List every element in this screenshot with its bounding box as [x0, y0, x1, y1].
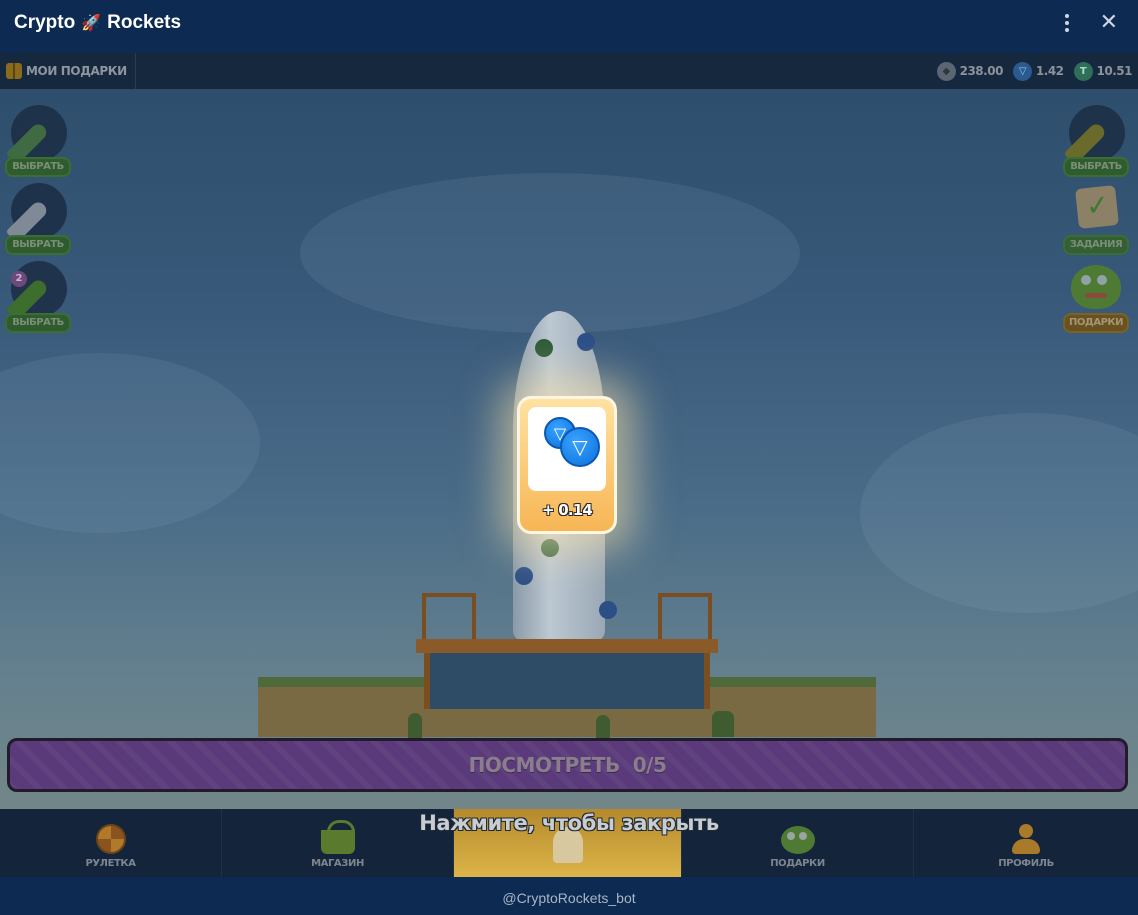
- balance-grey-coin: ◆ 238.00: [936, 61, 1004, 81]
- select-rocket-button[interactable]: ВЫБРАТЬ: [5, 313, 71, 333]
- rocket-decal: [599, 601, 617, 619]
- game-area: МОИ ПОДАРКИ ◆ 238.00 ▽ 1.42 T 10.51 ВЫБР…: [0, 53, 1138, 877]
- count-badge: 2: [11, 271, 27, 287]
- select-rocket-button[interactable]: ВЫБРАТЬ: [5, 235, 71, 255]
- rocket-decal: [541, 539, 559, 557]
- cactus: [712, 711, 734, 737]
- close-icon[interactable]: ✕: [1100, 12, 1118, 34]
- launch-platform-base: [424, 653, 710, 709]
- bot-handle: @CryptoRockets_bot: [502, 890, 636, 906]
- watch-ads-button[interactable]: ПОСМОТРЕТЬ 0/5: [7, 738, 1128, 792]
- title-suffix: Rockets: [107, 12, 182, 33]
- window-actions: ✕: [1060, 12, 1118, 34]
- reward-image: ▽ ▽: [528, 407, 606, 491]
- rocket-decal: [577, 333, 595, 351]
- nav-label: ПРОФИЛЬ: [998, 858, 1054, 869]
- nav-label: МАГАЗИН: [311, 858, 364, 869]
- gift-icon: [6, 63, 22, 79]
- title-bar: Crypto 🚀 Rockets ✕: [0, 0, 1138, 46]
- pepe-frog-icon: [1071, 265, 1121, 309]
- rocket-decal: [515, 567, 533, 585]
- balances: ◆ 238.00 ▽ 1.42 T 10.51: [936, 61, 1133, 81]
- rocket-emoji-icon: 🚀: [81, 15, 102, 32]
- my-gifts-button[interactable]: МОИ ПОДАРКИ: [6, 53, 136, 89]
- rocket-slot-1: ВЫБРАТЬ: [5, 105, 73, 177]
- rocket-decal: [535, 339, 553, 357]
- rocket-slot-2: ВЫБРАТЬ: [5, 183, 73, 255]
- app-title: Crypto 🚀 Rockets: [14, 12, 181, 34]
- nav-label: ПОДАРКИ: [770, 858, 825, 869]
- cloud: [300, 173, 800, 333]
- tasks-button[interactable]: ЗАДАНИЯ: [1063, 235, 1129, 255]
- rocket-slot-3: 2 ВЫБРАТЬ: [5, 261, 73, 333]
- bot-handle-footer: @CryptoRockets_bot: [0, 877, 1138, 915]
- tasks-slot: ЗАДАНИЯ: [1063, 183, 1131, 255]
- tap-to-close-hint[interactable]: Нажмите, чтобы закрыть: [0, 811, 1138, 835]
- nav-label: РУЛЕТКА: [85, 858, 136, 869]
- right-rocket-slot: ВЫБРАТЬ: [1063, 105, 1131, 177]
- watch-button-label: ПОСМОТРЕТЬ 0/5: [468, 753, 667, 777]
- title-prefix: Crypto: [14, 12, 76, 33]
- launch-platform: [416, 639, 718, 653]
- cactus: [408, 713, 422, 739]
- my-gifts-label: МОИ ПОДАРКИ: [26, 64, 127, 78]
- status-bar: МОИ ПОДАРКИ ◆ 238.00 ▽ 1.42 T 10.51: [0, 53, 1138, 89]
- more-options-icon[interactable]: [1060, 14, 1074, 32]
- balance-value: 238.00: [959, 64, 1004, 78]
- balance-usdt: T 10.51: [1073, 61, 1133, 81]
- launch-tower-right: [658, 593, 712, 639]
- select-rocket-button[interactable]: ВЫБРАТЬ: [1063, 157, 1129, 177]
- select-rocket-button[interactable]: ВЫБРАТЬ: [5, 157, 71, 177]
- usdt-coin-icon: T: [1073, 61, 1093, 81]
- cloud: [0, 353, 260, 533]
- ton-coin-icon: ▽: [560, 427, 600, 467]
- gifts-button[interactable]: ПОДАРКИ: [1063, 313, 1129, 333]
- telegram-webapp-window: Crypto 🚀 Rockets ✕ МОИ ПОДАРКИ ◆ 238.00: [0, 0, 1138, 915]
- ton-coin-icon: ▽: [1012, 61, 1032, 81]
- launch-tower-left: [422, 593, 476, 639]
- balance-ton: ▽ 1.42: [1012, 61, 1064, 81]
- cloud: [860, 413, 1138, 613]
- balance-value: 1.42: [1035, 64, 1064, 78]
- tasks-check-icon: [1075, 185, 1119, 229]
- grey-coin-icon: ◆: [936, 61, 956, 81]
- balance-value: 10.51: [1096, 64, 1133, 78]
- gifts-slot: ПОДАРКИ: [1063, 261, 1131, 333]
- reward-amount: + 0.14: [542, 501, 593, 519]
- reward-card[interactable]: ▽ ▽ + 0.14: [517, 396, 617, 534]
